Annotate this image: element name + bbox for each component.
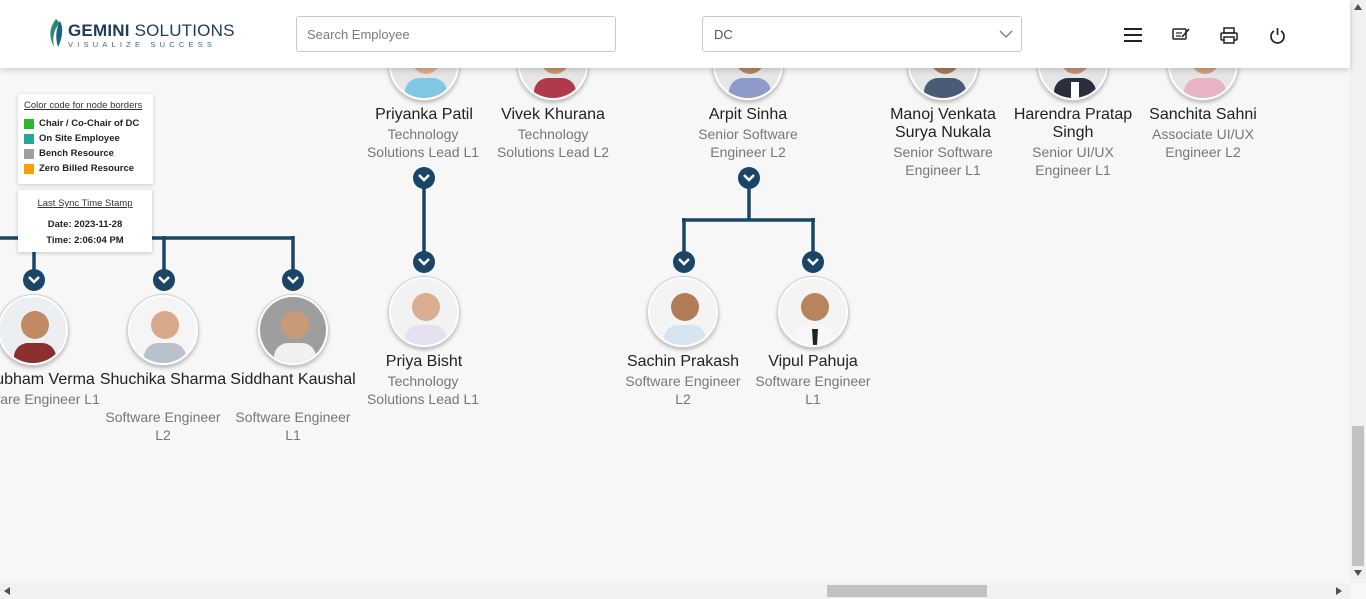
- expand-toggle-arpit-sinha[interactable]: [738, 167, 760, 189]
- logout-button[interactable]: [1266, 24, 1288, 46]
- chevron-down-icon: [743, 174, 755, 182]
- node-name: Priya Bisht: [385, 353, 463, 370]
- node-role: Senior Software Engineer L2: [698, 126, 798, 160]
- print-icon: [1220, 26, 1238, 44]
- vertical-scrollbar[interactable]: [1350, 0, 1366, 583]
- legend-item: Chair / Co-Chair of DC: [24, 118, 153, 129]
- chevron-down-icon: [999, 30, 1013, 38]
- sync-time: Time: 2:06:04 PM: [46, 235, 124, 246]
- avatar-shubham-verma[interactable]: [0, 295, 68, 365]
- node-name: Siddhant Kaushal: [230, 371, 356, 388]
- expand-toggle-siddhant-kaushal[interactable]: [282, 269, 304, 291]
- vertical-scroll-thumb[interactable]: [1352, 426, 1364, 566]
- menu-button[interactable]: [1122, 24, 1144, 46]
- node-name: Sachin Prakash: [626, 353, 740, 370]
- horizontal-scroll-thumb[interactable]: [827, 585, 987, 597]
- node-role: Software Engineer L1: [755, 373, 871, 407]
- chevron-down-icon: [418, 174, 430, 182]
- chevron-down-icon: [418, 258, 430, 266]
- node-role: Technology Solutions Lead L1: [366, 126, 480, 160]
- avatar-vipul-pahuja[interactable]: [778, 277, 848, 347]
- scroll-left-icon[interactable]: [4, 587, 10, 595]
- legend-swatch: [24, 163, 34, 174]
- node-name: Sanchita Sahni: [1149, 106, 1257, 123]
- logo-wordmark: GEMINI SOLUTIONS: [68, 21, 235, 40]
- expand-toggle-shubham-verma[interactable]: [23, 269, 45, 291]
- chevron-down-icon: [28, 276, 40, 284]
- node-name: Vipul Pahuja: [768, 353, 858, 370]
- legend-swatch: [24, 148, 34, 159]
- power-icon: [1269, 27, 1285, 44]
- expand-toggle-shuchika-sharma[interactable]: [153, 269, 175, 291]
- avatar-priya-bisht[interactable]: [389, 277, 459, 347]
- menu-icon: [1124, 28, 1142, 42]
- node-role: Associate UI/UX Engineer L2: [1152, 126, 1254, 160]
- node-role: Software Engineer L2: [625, 373, 741, 407]
- department-select[interactable]: DC: [702, 16, 1022, 52]
- company-logo[interactable]: GEMINI SOLUTIONS VISUALIZE SUCCESS: [46, 17, 234, 51]
- node-name: Vivek Khurana: [501, 106, 605, 123]
- node-name: Priyanka Patil: [375, 106, 473, 123]
- chevron-down-icon: [158, 276, 170, 284]
- border-color-legend: Color code for node borders Chair / Co-C…: [18, 94, 153, 184]
- legend-item: Zero Billed Resource: [24, 163, 153, 174]
- logo-tagline: VISUALIZE SUCCESS: [68, 40, 217, 49]
- legend-item: Bench Resource: [24, 148, 153, 159]
- node-name: Shuchika Sharma: [99, 371, 227, 388]
- app-header: GEMINI SOLUTIONS VISUALIZE SUCCESS DC: [0, 0, 1350, 68]
- node-role: Technology Solutions Lead L1: [366, 373, 480, 407]
- chevron-down-icon: [678, 258, 690, 266]
- legend-swatch: [24, 133, 34, 144]
- legend-label: Zero Billed Resource: [39, 163, 135, 174]
- node-name: Harendra Pratap Singh: [1013, 106, 1133, 141]
- feedback-button[interactable]: [1170, 24, 1192, 46]
- expand-toggle-priya-bisht[interactable]: [413, 251, 435, 273]
- legend-label: Bench Resource: [39, 148, 114, 159]
- scroll-down-icon[interactable]: [1354, 570, 1362, 576]
- legend-label: On Site Employee: [39, 133, 120, 144]
- node-role: Senior Software Engineer L1: [893, 144, 993, 178]
- node-name: Arpit Sinha: [708, 106, 788, 123]
- node-role: Software Engineer L1: [235, 409, 351, 443]
- legend-swatch: [24, 118, 34, 129]
- node-name: ubham Verma: [0, 371, 95, 388]
- node-name: Manoj Venkata Surya Nukala: [890, 106, 996, 141]
- legend-title: Color code for node borders: [24, 100, 143, 111]
- avatar-sachin-prakash[interactable]: [648, 277, 718, 347]
- department-select-value: DC: [714, 27, 733, 42]
- node-role: Senior UI/UX Engineer L1: [1032, 144, 1114, 178]
- last-sync-panel: Last Sync Time Stamp Date: 2023-11-28 Ti…: [18, 190, 152, 252]
- avatar-siddhant-kaushal[interactable]: [258, 295, 328, 365]
- feedback-icon: [1172, 28, 1190, 40]
- scroll-up-icon[interactable]: [1354, 4, 1362, 10]
- expand-toggle-priyanka-patil[interactable]: [413, 167, 435, 189]
- sync-title: Last Sync Time Stamp: [37, 198, 133, 209]
- chevron-down-icon: [287, 276, 299, 284]
- node-role: ware Engineer L1: [0, 391, 100, 407]
- node-role: Technology Solutions Lead L2: [496, 126, 610, 160]
- expand-toggle-vipul-pahuja[interactable]: [802, 251, 824, 273]
- scroll-right-icon[interactable]: [1336, 587, 1342, 595]
- print-button[interactable]: [1218, 24, 1240, 46]
- search-employee-input[interactable]: [296, 16, 616, 52]
- avatar-shuchika-sharma[interactable]: [128, 295, 198, 365]
- expand-toggle-sachin-prakash[interactable]: [673, 251, 695, 273]
- legend-label: Chair / Co-Chair of DC: [39, 118, 140, 129]
- node-role: Software Engineer L2: [105, 409, 221, 443]
- chevron-down-icon: [807, 258, 819, 266]
- sync-date: Date: 2023-11-28: [47, 219, 123, 230]
- legend-item: On Site Employee: [24, 133, 153, 144]
- logo-leaf-icon: [50, 19, 63, 47]
- horizontal-scrollbar[interactable]: [0, 583, 1350, 599]
